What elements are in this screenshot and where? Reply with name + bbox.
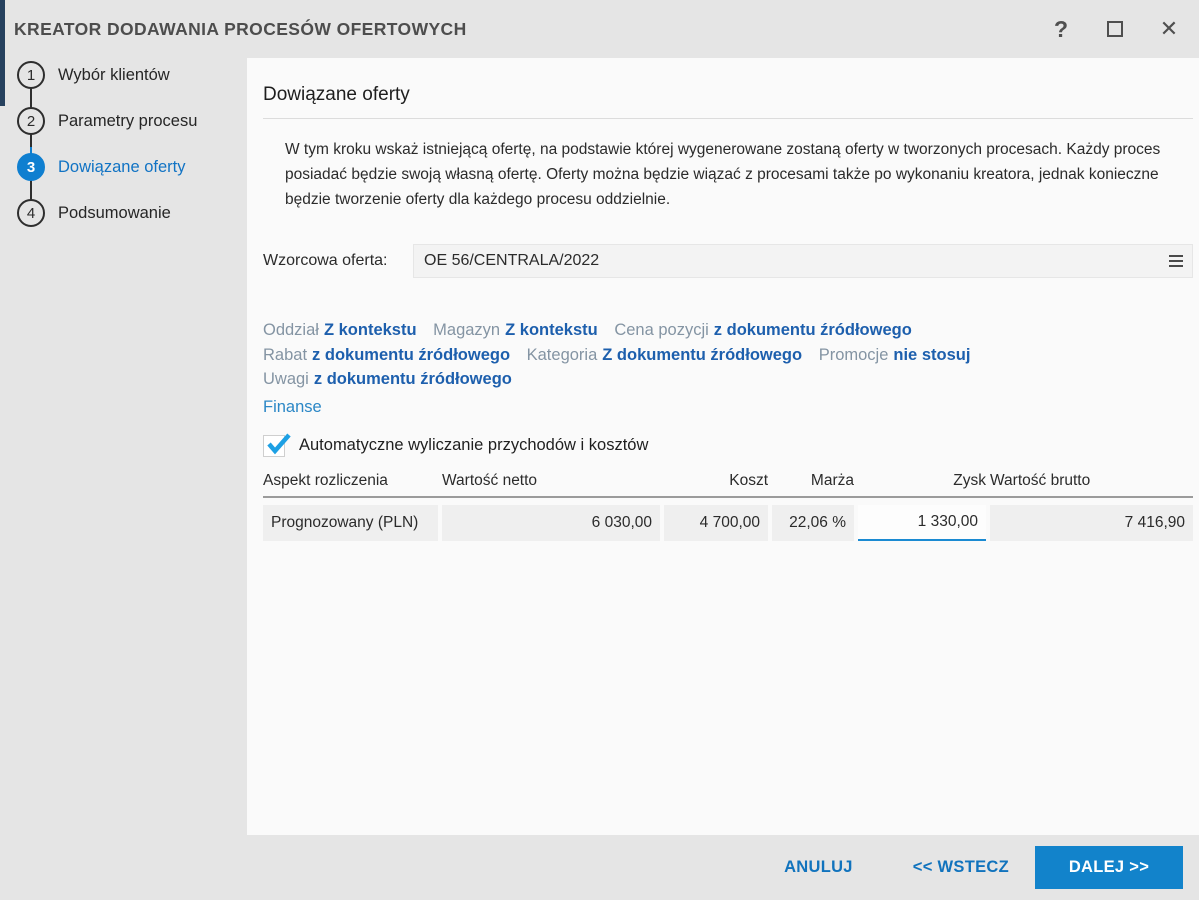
close-button[interactable]: ✕ xyxy=(1155,14,1183,44)
help-icon: ? xyxy=(1053,15,1069,42)
template-offer-input[interactable] xyxy=(413,244,1193,278)
close-icon: ✕ xyxy=(1159,16,1179,41)
maximize-button[interactable] xyxy=(1101,14,1129,44)
window-title: KREATOR DODAWANIA PROCESÓW OFERTOWYCH xyxy=(14,18,467,39)
help-button[interactable]: ? xyxy=(1047,14,1075,44)
auto-calc-label: Automatyczne wyliczanie przychodów i kos… xyxy=(299,436,649,454)
setting-promocje-value[interactable]: nie stosuj xyxy=(893,346,970,364)
table-row-prognozowany: Prognozowany (PLN) 6 030,00 4 700,00 22,… xyxy=(263,504,1193,541)
cell-wartosc-netto[interactable]: 6 030,00 xyxy=(442,504,660,541)
step-label: Podsumowanie xyxy=(58,204,171,222)
step-item-wybor-klientow[interactable]: 1 Wybór klientów xyxy=(0,61,247,107)
header-wartosc-netto: Wartość netto xyxy=(442,471,538,489)
footer-bar: ANULUJ << WSTECZ DALEJ >> xyxy=(0,835,1199,900)
checkmark-icon xyxy=(267,433,291,454)
titlebar-buttons: ? ✕ xyxy=(1047,14,1199,44)
header-wartosc-brutto: Wartość brutto xyxy=(990,471,1091,489)
cell-koszt[interactable]: 4 700,00 xyxy=(664,504,768,541)
header-zysk: Zysk xyxy=(953,471,986,489)
setting-uwagi-value[interactable]: z dokumentu źródłowego xyxy=(314,370,512,388)
page-title: Dowiązane oferty xyxy=(263,84,1193,119)
settings-line: Rabat z dokumentu źródłowego Kategoria Z d… xyxy=(263,343,1193,368)
finanse-section-link[interactable]: Finanse xyxy=(263,398,322,417)
back-button[interactable]: << WSTECZ xyxy=(913,858,1009,877)
finance-table-header: Aspekt rozliczenia Wartość netto Koszt M… xyxy=(263,472,1193,498)
step-number-badge: 4 xyxy=(17,199,45,227)
setting-rabat: Rabat z dokumentu źródłowego xyxy=(263,345,511,364)
header-marza: Marża xyxy=(810,471,854,489)
template-offer-row: Wzorcowa oferta: xyxy=(263,244,1193,278)
setting-kategoria: Kategoria Z dokumentu źródłowego xyxy=(526,345,803,364)
cell-marza[interactable]: 22,06 % xyxy=(772,504,854,541)
cell-aspekt: Prognozowany (PLN) xyxy=(263,504,438,541)
setting-cena-pozycji-value[interactable]: z dokumentu źródłowego xyxy=(714,321,912,339)
window-body: 1 Wybór klientów 2 Parametry procesu 3 D… xyxy=(0,58,1199,835)
wizard-steps-sidebar: 1 Wybór klientów 2 Parametry procesu 3 D… xyxy=(0,58,247,835)
step-label: Dowiązane oferty xyxy=(58,158,186,176)
content-panel: Dowiązane oferty W tym kroku wskaż istni… xyxy=(247,58,1199,835)
setting-magazyn: Magazyn Z kontekstu xyxy=(433,321,598,339)
header-koszt: Koszt xyxy=(729,471,768,489)
template-offer-label: Wzorcowa oferta: xyxy=(263,252,388,269)
cell-zysk-focused[interactable]: 1 330,00 xyxy=(858,504,986,541)
maximize-icon xyxy=(1107,21,1123,37)
step-number-badge: 1 xyxy=(17,61,45,89)
wizard-window: KREATOR DODAWANIA PROCESÓW OFERTOWYCH ? … xyxy=(0,0,1199,900)
step-label: Wybór klientów xyxy=(58,66,170,84)
setting-rabat-value[interactable]: z dokumentu źródłowego xyxy=(312,346,510,364)
step-label: Parametry procesu xyxy=(58,112,198,130)
auto-calc-row: Automatyczne wyliczanie przychodów i kos… xyxy=(263,433,1193,457)
step-item-parametry-procesu[interactable]: 2 Parametry procesu xyxy=(0,107,247,153)
setting-oddzial-value[interactable]: Z kontekstu xyxy=(324,321,417,339)
titlebar: KREATOR DODAWANIA PROCESÓW OFERTOWYCH ? … xyxy=(0,0,1199,58)
step-item-podsumowanie[interactable]: 4 Podsumowanie xyxy=(0,199,247,245)
setting-uwagi: Uwagi z dokumentu źródłowego xyxy=(263,370,512,388)
template-offer-field xyxy=(413,244,1193,278)
step-number-badge: 2 xyxy=(17,107,45,135)
setting-cena-pozycji: Cena pozycji z dokumentu źródłowego xyxy=(614,321,912,339)
step-item-dowiazane-oferty[interactable]: 3 Dowiązane oferty xyxy=(0,153,247,199)
next-button[interactable]: DALEJ >> xyxy=(1035,846,1183,889)
cell-wartosc-brutto[interactable]: 7 416,90 xyxy=(990,504,1193,541)
setting-promocje: Promocje nie stosuj xyxy=(818,345,971,364)
step-number-badge: 3 xyxy=(17,153,45,181)
setting-oddzial: Oddział Z kontekstu xyxy=(263,321,417,339)
header-aspekt: Aspekt rozliczenia xyxy=(263,471,388,489)
finance-table: Aspekt rozliczenia Wartość netto Koszt M… xyxy=(263,472,1193,541)
settings-line: Uwagi z dokumentu źródłowego xyxy=(263,367,1193,392)
step-description: W tym kroku wskaż istniejącą ofertę, na … xyxy=(285,141,1161,208)
setting-magazyn-value[interactable]: Z kontekstu xyxy=(505,321,598,339)
settings-line: Oddział Z kontekstu Magazyn Z kontekstu Ce… xyxy=(263,318,1193,343)
setting-kategoria-value[interactable]: Z dokumentu źródłowego xyxy=(602,346,802,364)
auto-calc-checkbox[interactable] xyxy=(263,433,291,457)
offer-settings-links: Oddział Z kontekstu Magazyn Z kontekstu Ce… xyxy=(263,318,1193,392)
offer-picker-menu-icon[interactable] xyxy=(1169,255,1183,267)
cancel-button[interactable]: ANULUJ xyxy=(784,858,853,877)
